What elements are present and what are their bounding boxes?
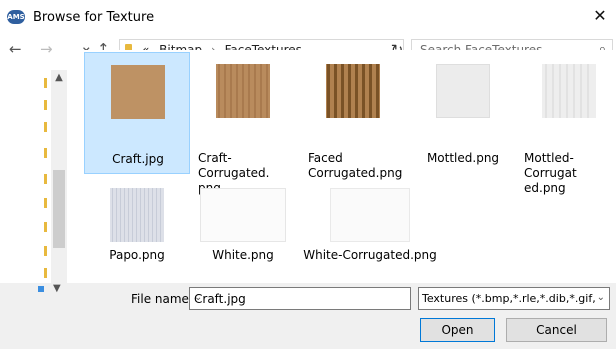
white-corrugated-thumbnail xyxy=(330,188,410,242)
navigation-pane-scroll-corner[interactable]: ▼ xyxy=(0,283,67,297)
navigation-pane[interactable] xyxy=(0,70,50,283)
nav-folder-icon xyxy=(44,100,47,110)
craft-thumbnail xyxy=(111,65,165,119)
file-item-craft[interactable]: Craft.jpg xyxy=(84,52,190,174)
file-name-line: Faced xyxy=(308,151,343,165)
title-bar: AMS Browse for Texture ✕ xyxy=(0,0,616,34)
file-item-faced-corrugated[interactable]: Faced Corrugated.png xyxy=(300,52,406,180)
file-type-select[interactable]: Textures (*.bmp,*.rle,*.dib,*.gif,*. ⌄ xyxy=(418,287,610,310)
nav-folder-icon xyxy=(44,78,47,88)
file-name: Papo.png xyxy=(109,248,165,262)
papo-thumbnail xyxy=(110,188,164,242)
back-arrow-icon[interactable]: ← xyxy=(9,41,22,57)
file-item-white[interactable]: White.png xyxy=(190,174,296,270)
scroll-down-icon[interactable]: ▼ xyxy=(53,283,61,294)
nav-folder-icon xyxy=(44,222,47,232)
white-thumbnail xyxy=(200,188,286,242)
nav-folder-icon xyxy=(44,148,47,158)
nav-folder-icon xyxy=(44,268,47,278)
close-button[interactable]: ✕ xyxy=(590,6,610,26)
file-list[interactable]: Craft.jpg Craft-Corrugated. png Faced xyxy=(67,50,616,283)
file-type-value: Textures (*.bmp,*.rle,*.dib,*.gif,*. xyxy=(422,292,605,305)
dialog-footer: ▼ File name: Craft.jpg ⌄ Textures (*.bmp… xyxy=(0,283,616,349)
mottled-thumbnail xyxy=(436,64,490,118)
file-name: White.png xyxy=(212,248,274,262)
open-button[interactable]: Open xyxy=(420,318,495,342)
file-name-line: Mottled-Corrugat xyxy=(524,151,577,180)
file-item-white-corrugated[interactable]: White-Corrugated.png xyxy=(300,174,440,270)
file-item-mottled[interactable]: Mottled.png xyxy=(410,52,516,174)
navigation-pane-scrollbar[interactable]: ▲ xyxy=(51,70,67,283)
chevron-down-icon[interactable]: ⌄ xyxy=(194,292,405,303)
craft-corrugated-thumbnail xyxy=(216,64,270,118)
forward-arrow-icon[interactable]: → xyxy=(40,41,53,57)
file-name-input[interactable]: Craft.jpg ⌄ xyxy=(189,287,411,310)
scrollbar-thumb[interactable] xyxy=(53,170,65,248)
file-name: Mottled-Corrugat ed.png xyxy=(524,151,616,196)
file-name-label: File name: xyxy=(131,292,193,306)
app-icon: AMS xyxy=(7,10,25,24)
nav-item-icon xyxy=(38,286,44,292)
chevron-down-icon[interactable]: ⌄ xyxy=(594,292,605,303)
window-title: Browse for Texture xyxy=(33,10,155,25)
file-name: White-Corrugated.png xyxy=(303,248,437,262)
file-item-craft-corrugated[interactable]: Craft-Corrugated. png xyxy=(190,52,296,195)
nav-folder-icon xyxy=(44,122,47,132)
file-name: Craft.jpg xyxy=(112,152,164,166)
file-name: Mottled.png xyxy=(426,151,500,165)
nav-folder-icon xyxy=(44,174,47,184)
nav-folder-icon xyxy=(44,246,47,256)
file-item-mottled-corrugated[interactable]: Mottled-Corrugat ed.png xyxy=(516,52,616,195)
file-item-papo[interactable]: Papo.png xyxy=(84,174,190,270)
nav-folder-icon xyxy=(44,198,47,208)
scroll-up-icon[interactable]: ▲ xyxy=(51,72,67,83)
faced-corrugated-thumbnail xyxy=(326,64,380,118)
cancel-button[interactable]: Cancel xyxy=(506,318,607,342)
file-name-line: ed.png xyxy=(524,181,566,195)
mottled-corrugated-thumbnail xyxy=(542,64,596,118)
